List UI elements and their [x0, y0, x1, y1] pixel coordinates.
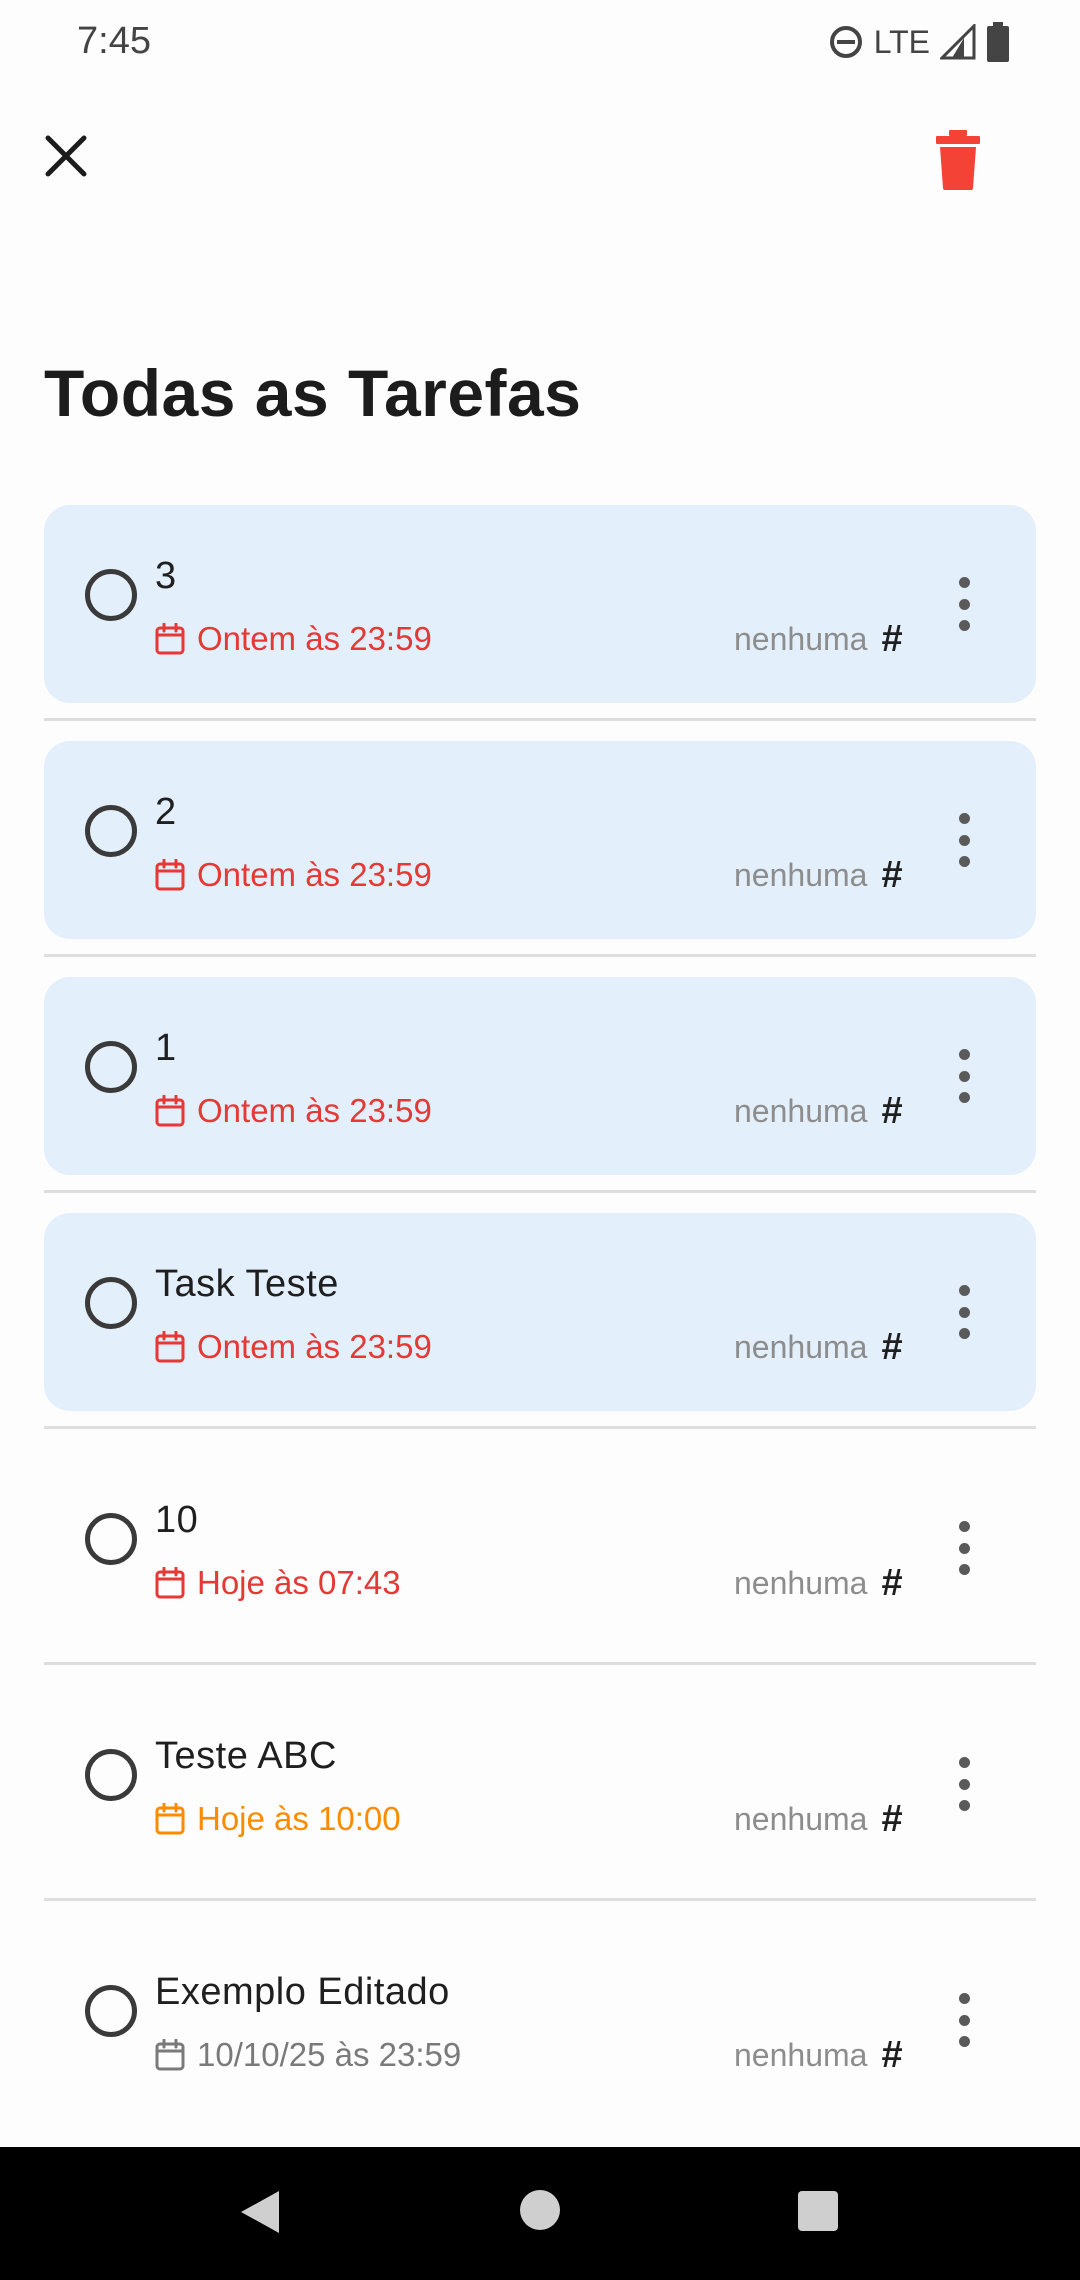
- calendar-icon: [155, 623, 185, 655]
- divider: [44, 1426, 1036, 1429]
- app-bar: [0, 88, 1080, 238]
- task-due-date: Ontem às 23:59: [155, 856, 432, 894]
- task-title: Task Teste: [155, 1263, 339, 1305]
- task-date-text: 10/10/25 às 23:59: [197, 2036, 462, 2073]
- task-checkbox[interactable]: [85, 569, 137, 621]
- task-date-text: Ontem às 23:59: [197, 856, 432, 893]
- task-date-text: Ontem às 23:59: [197, 1328, 432, 1365]
- hash-icon: #: [881, 1326, 903, 1368]
- status-icons: LTE: [828, 18, 1010, 66]
- task-title: Exemplo Editado: [155, 1971, 450, 2013]
- task-item[interactable]: 1 Ontem às 23:59 nenhuma #: [44, 977, 1036, 1175]
- task-item[interactable]: 2 Ontem às 23:59 nenhuma #: [44, 741, 1036, 939]
- task-item[interactable]: 3 Ontem às 23:59 nenhuma #: [44, 505, 1036, 703]
- status-time: 7:45: [77, 20, 151, 62]
- calendar-icon: [155, 859, 185, 891]
- calendar-icon: [155, 1567, 185, 1599]
- task-list: 3 Ontem às 23:59 nenhuma #2 Ontem às 23:59 ne…: [44, 505, 1036, 2119]
- signal-icon: [940, 24, 976, 60]
- navigation-bar: [0, 2147, 1080, 2280]
- task-due-date: Ontem às 23:59: [155, 1092, 432, 1130]
- divider: [44, 718, 1036, 721]
- task-title: 3: [155, 555, 177, 597]
- task-due-date: Hoje às 07:43: [155, 1564, 401, 1602]
- task-due-date: Ontem às 23:59: [155, 1328, 432, 1366]
- network-type: LTE: [873, 23, 930, 60]
- task-date-text: Hoje às 07:43: [197, 1564, 401, 1601]
- task-tag-label: nenhuma: [734, 1093, 868, 1129]
- task-due-date: Ontem às 23:59: [155, 620, 432, 658]
- hash-icon: #: [881, 1562, 903, 1604]
- task-tag[interactable]: nenhuma #: [734, 618, 903, 661]
- home-icon[interactable]: [520, 2190, 560, 2230]
- task-date-text: Ontem às 23:59: [197, 620, 432, 657]
- task-checkbox[interactable]: [85, 805, 137, 857]
- task-date-text: Hoje às 10:00: [197, 1800, 401, 1837]
- task-tag-label: nenhuma: [734, 621, 868, 657]
- task-checkbox[interactable]: [85, 1513, 137, 1565]
- back-icon[interactable]: [237, 2187, 283, 2237]
- do-not-disturb-icon: [829, 26, 862, 58]
- task-item[interactable]: Teste ABC Hoje às 10:00 nenhuma #: [44, 1685, 1036, 1883]
- hash-icon: #: [881, 854, 903, 896]
- task-title: 2: [155, 791, 177, 833]
- battery-icon: [987, 22, 1009, 62]
- task-tag-label: nenhuma: [734, 1565, 868, 1601]
- task-tag[interactable]: nenhuma #: [734, 1326, 903, 1369]
- task-item[interactable]: Task Teste Ontem às 23:59 nenhuma #: [44, 1213, 1036, 1411]
- more-options-icon[interactable]: [944, 577, 984, 631]
- task-tag[interactable]: nenhuma #: [734, 2034, 903, 2077]
- calendar-icon: [155, 1331, 185, 1363]
- trash-icon: [936, 130, 980, 190]
- more-options-icon[interactable]: [944, 1285, 984, 1339]
- calendar-icon: [155, 1095, 185, 1127]
- more-options-icon[interactable]: [944, 1049, 984, 1103]
- more-options-icon[interactable]: [944, 1521, 984, 1575]
- task-checkbox[interactable]: [85, 1749, 137, 1801]
- divider: [44, 954, 1036, 957]
- task-tag-label: nenhuma: [734, 857, 868, 893]
- more-options-icon[interactable]: [944, 1993, 984, 2047]
- task-tag-label: nenhuma: [734, 1329, 868, 1365]
- hash-icon: #: [881, 1798, 903, 1840]
- task-tag-label: nenhuma: [734, 1801, 868, 1837]
- hash-icon: #: [881, 618, 903, 660]
- close-icon: [45, 135, 87, 177]
- task-title: Teste ABC: [155, 1735, 337, 1777]
- task-item[interactable]: 10 Hoje às 07:43 nenhuma #: [44, 1449, 1036, 1647]
- task-tag-label: nenhuma: [734, 2037, 868, 2073]
- recents-icon[interactable]: [798, 2191, 838, 2231]
- task-due-date: 10/10/25 às 23:59: [155, 2036, 461, 2074]
- task-tag[interactable]: nenhuma #: [734, 1562, 903, 1605]
- task-title: 1: [155, 1027, 177, 1069]
- hash-icon: #: [881, 2034, 903, 2076]
- divider: [44, 1190, 1036, 1193]
- task-checkbox[interactable]: [85, 1277, 137, 1329]
- task-checkbox[interactable]: [85, 1041, 137, 1093]
- calendar-icon: [155, 1803, 185, 1835]
- task-checkbox[interactable]: [85, 1985, 137, 2037]
- task-tag[interactable]: nenhuma #: [734, 1798, 903, 1841]
- more-options-icon[interactable]: [944, 1757, 984, 1811]
- calendar-icon: [155, 2039, 185, 2071]
- divider: [44, 1662, 1036, 1665]
- page-title: Todas as Tarefas: [44, 356, 582, 430]
- delete-button[interactable]: [930, 128, 986, 192]
- task-date-text: Ontem às 23:59: [197, 1092, 432, 1129]
- task-due-date: Hoje às 10:00: [155, 1800, 401, 1838]
- more-options-icon[interactable]: [944, 813, 984, 867]
- task-tag[interactable]: nenhuma #: [734, 1090, 903, 1133]
- status-bar: 7:45 LTE: [0, 0, 1080, 88]
- close-button[interactable]: [38, 128, 94, 184]
- task-tag[interactable]: nenhuma #: [734, 854, 903, 897]
- task-title: 10: [155, 1499, 199, 1541]
- divider: [44, 1898, 1036, 1901]
- hash-icon: #: [881, 1090, 903, 1132]
- task-item[interactable]: Exemplo Editado 10/10/25 às 23:59 nenhuma #: [44, 1921, 1036, 2119]
